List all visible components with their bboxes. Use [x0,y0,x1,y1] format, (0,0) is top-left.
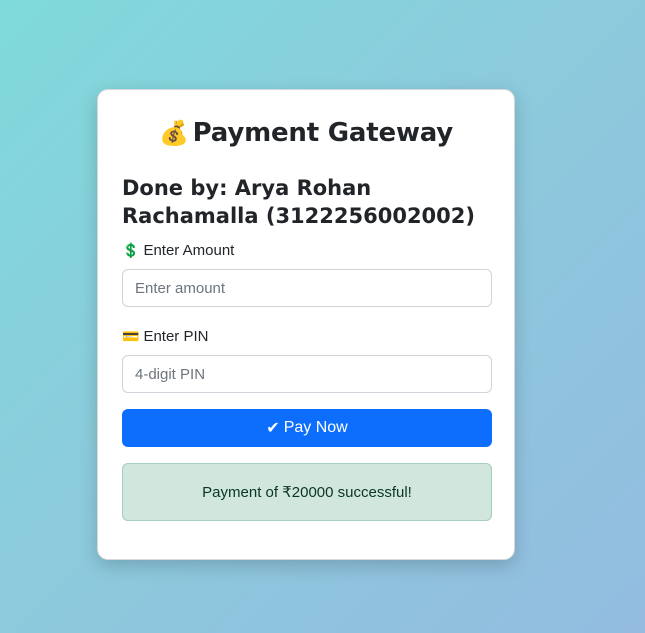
payment-card: 💰 Payment Gateway Done by: Arya Rohan Rac… [97,89,515,560]
amount-input[interactable] [122,269,492,307]
pin-label: 💳 Enter PIN [122,326,208,347]
success-message: Payment of ₹20000 successful! [202,484,412,501]
money-bag-icon: 💰 [158,119,189,147]
pay-now-button[interactable]: ✔ Pay Now [122,409,492,447]
check-icon: ✔ [266,420,280,437]
pin-label-text: Enter PIN [143,328,209,345]
pin-input[interactable] [122,355,492,393]
page-title-text: Payment Gateway [192,118,454,148]
dollar-sign-icon: 💲 [122,242,140,258]
amount-label: 💲 Enter Amount [122,240,234,261]
pay-now-label: Pay Now [283,419,348,436]
author-subtitle: Done by: Arya Rohan Rachamalla (31222560… [122,176,475,228]
amount-label-text: Enter Amount [143,242,235,259]
success-alert: Payment of ₹20000 successful! [122,463,492,521]
page-title: 💰 Payment Gateway [98,116,514,150]
credit-card-icon: 💳 [122,328,140,344]
